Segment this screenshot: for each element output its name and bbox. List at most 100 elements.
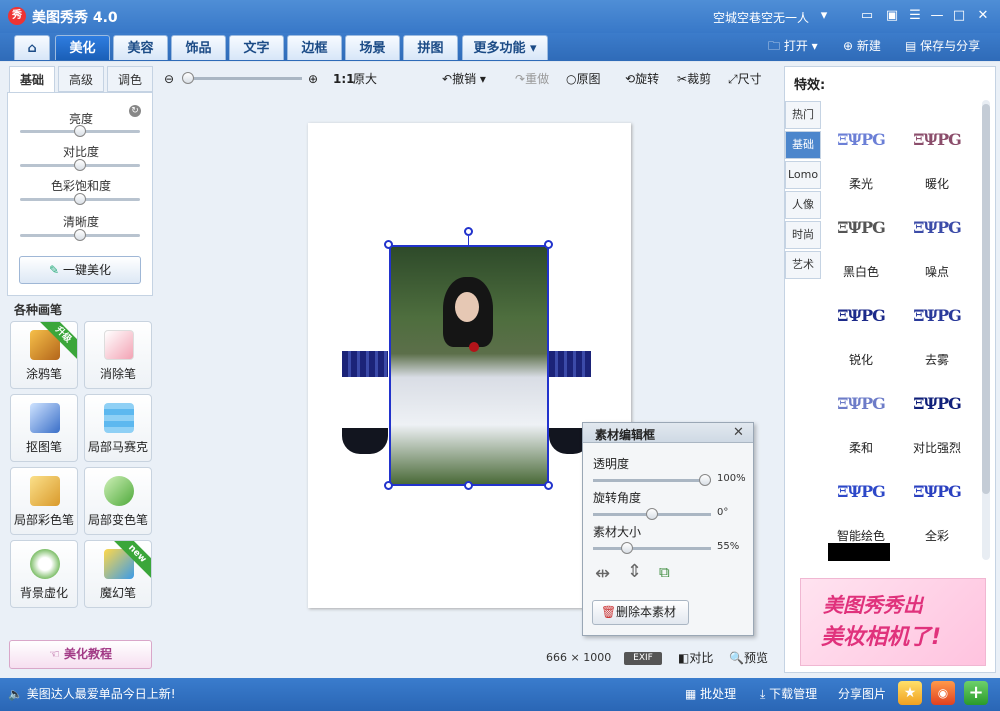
effects-tab-hot[interactable]: 热门: [785, 101, 821, 129]
effects-tab-fashion[interactable]: 时尚: [785, 221, 821, 249]
tool-label: 消除笔: [99, 367, 136, 381]
zoom-out-icon[interactable]: ⊖: [164, 70, 174, 88]
tool-mosaic[interactable]: 局部马赛克: [84, 394, 152, 462]
resize-handle-bl[interactable]: [384, 481, 393, 490]
flip-horizontal-icon[interactable]: ⇹: [595, 563, 610, 584]
add-icon[interactable]: +: [964, 681, 988, 705]
tab-text[interactable]: 文字: [229, 35, 284, 60]
resize-handle-b[interactable]: [464, 481, 473, 490]
tool-recolor-brush[interactable]: 局部变色笔: [84, 467, 152, 535]
effect-high-contrast[interactable]: ΞΨPG 对比强烈: [902, 376, 972, 461]
weibo-icon[interactable]: ◉: [931, 681, 955, 705]
effect-warm[interactable]: ΞΨPG 暖化: [902, 112, 972, 197]
user-name[interactable]: 空城空巷空无一人: [713, 9, 809, 26]
brightness-knob[interactable]: [74, 125, 86, 137]
effect-noise[interactable]: ΞΨPG 噪点: [902, 200, 972, 285]
close-icon[interactable]: ✕: [733, 425, 744, 440]
effect-soft-light[interactable]: ΞΨPG 柔光: [826, 112, 896, 197]
meitu-makeup-ad[interactable]: 美图秀秀出 美妆相机了!: [800, 578, 986, 666]
effect-smart-color[interactable]: ΞΨPG 智能绘色: [826, 464, 896, 549]
tab-frame[interactable]: 边框: [287, 35, 342, 60]
resize-handle-br[interactable]: [544, 481, 553, 490]
opacity-knob[interactable]: [699, 474, 711, 486]
speaker-icon: 🔈: [8, 687, 23, 701]
resize-handle-tl[interactable]: [384, 240, 393, 249]
opacity-slider[interactable]: [593, 479, 711, 482]
star-icon[interactable]: ★: [898, 681, 922, 705]
sharpness-knob[interactable]: [74, 229, 86, 241]
hand-icon: ☜: [49, 647, 60, 661]
effect-black-white[interactable]: ΞΨPG 黑白色: [826, 200, 896, 285]
message-icon[interactable]: ▭: [858, 7, 876, 25]
delete-material-button[interactable]: 🗑 删除本素材: [592, 600, 689, 625]
minimize-icon[interactable]: —: [928, 7, 946, 25]
tool-magic-pen[interactable]: new 魔幻笔: [84, 540, 152, 608]
subtab-color[interactable]: 调色: [107, 66, 153, 92]
zoom-knob[interactable]: [182, 72, 194, 84]
copy-material-icon[interactable]: ⧉: [659, 563, 670, 581]
original-button[interactable]: ○原图: [566, 70, 601, 88]
selected-material-photo[interactable]: [389, 245, 549, 486]
skin-icon[interactable]: ▣: [883, 7, 901, 25]
zoom-slider[interactable]: [184, 77, 302, 80]
subtab-advanced[interactable]: 高级: [58, 66, 104, 92]
open-button[interactable]: 🗀 打开 ▾: [768, 36, 818, 56]
tool-color-brush[interactable]: 局部彩色笔: [10, 467, 78, 535]
user-dropdown-icon[interactable]: ▾: [815, 7, 833, 25]
download-manager-button[interactable]: ⤓ 下载管理: [760, 685, 817, 703]
menu-icon[interactable]: ☰: [906, 7, 924, 25]
news-link[interactable]: 🔈 美图达人最爱单品今日上新!: [8, 685, 176, 703]
tab-accessories[interactable]: 饰品: [171, 35, 226, 60]
actual-size-label[interactable]: 1:1: [333, 70, 355, 88]
scissors-icon: ✂: [677, 72, 688, 86]
rotation-knob[interactable]: [646, 508, 658, 520]
tutorial-button[interactable]: ☜ 美化教程: [9, 640, 152, 669]
subtab-basic[interactable]: 基础: [9, 66, 55, 92]
tab-beautify[interactable]: 美化: [55, 35, 110, 60]
tab-collage[interactable]: 拼图: [403, 35, 458, 60]
contrast-knob[interactable]: [74, 159, 86, 171]
share-image-button[interactable]: 分享图片: [838, 685, 886, 703]
tab-scene[interactable]: 场景: [345, 35, 400, 60]
tool-background-blur[interactable]: 背景虚化: [10, 540, 78, 608]
effect-label: 黑白色: [842, 265, 879, 279]
effects-scrollbar-thumb[interactable]: [982, 104, 990, 494]
one-key-beautify-button[interactable]: ✎ 一键美化: [19, 256, 141, 284]
size-knob[interactable]: [621, 542, 633, 554]
tab-beauty[interactable]: 美容: [113, 35, 168, 60]
tool-cutout-pen[interactable]: 抠图笔: [10, 394, 78, 462]
maximize-icon[interactable]: □: [950, 7, 968, 25]
resize-handle-tr[interactable]: [544, 240, 553, 249]
preview-button[interactable]: 🔍预览: [729, 649, 768, 666]
exif-button[interactable]: EXIF: [624, 652, 662, 665]
home-icon[interactable]: ⌂: [14, 35, 50, 60]
rotate-button[interactable]: ⟲旋转: [625, 70, 659, 88]
flip-vertical-icon[interactable]: ⇕: [627, 561, 642, 582]
crop-button[interactable]: ✂裁剪: [677, 70, 711, 88]
effects-tab-basic[interactable]: 基础: [785, 131, 821, 159]
new-button[interactable]: ⊕ 新建: [843, 36, 881, 56]
compare-button[interactable]: ◧对比: [678, 649, 713, 666]
effects-tab-lomo[interactable]: Lomo: [785, 161, 821, 189]
effect-full-color[interactable]: ΞΨPG 全彩: [902, 464, 972, 549]
effect-soft[interactable]: ΞΨPG 柔和: [826, 376, 896, 461]
tool-doodle-pen[interactable]: 升级 涂鸦笔: [10, 321, 78, 389]
undo-button[interactable]: ↶撤销 ▾: [442, 70, 486, 88]
size-slider[interactable]: [593, 547, 711, 550]
close-icon[interactable]: ✕: [974, 7, 992, 25]
original-size-button[interactable]: 原大: [353, 70, 377, 88]
zoom-in-icon[interactable]: ⊕: [308, 70, 318, 88]
effect-dehaze[interactable]: ΞΨPG 去雾: [902, 288, 972, 373]
saturation-knob[interactable]: [74, 193, 86, 205]
effect-label: 暖化: [924, 177, 949, 191]
resize-button[interactable]: ⤢尺寸: [728, 70, 762, 88]
rotate-handle[interactable]: [464, 227, 473, 236]
batch-button[interactable]: ▦ 批处理: [685, 685, 736, 703]
effects-tab-art[interactable]: 艺术: [785, 251, 821, 279]
effects-tab-portrait[interactable]: 人像: [785, 191, 821, 219]
redo-button[interactable]: ↷重做: [515, 70, 549, 88]
tab-more[interactable]: 更多功能 ▾: [462, 35, 548, 60]
effect-sharpen[interactable]: ΞΨPG 锐化: [826, 288, 896, 373]
tool-eraser-pen[interactable]: 消除笔: [84, 321, 152, 389]
save-share-button[interactable]: ▤ 保存与分享: [905, 36, 980, 56]
